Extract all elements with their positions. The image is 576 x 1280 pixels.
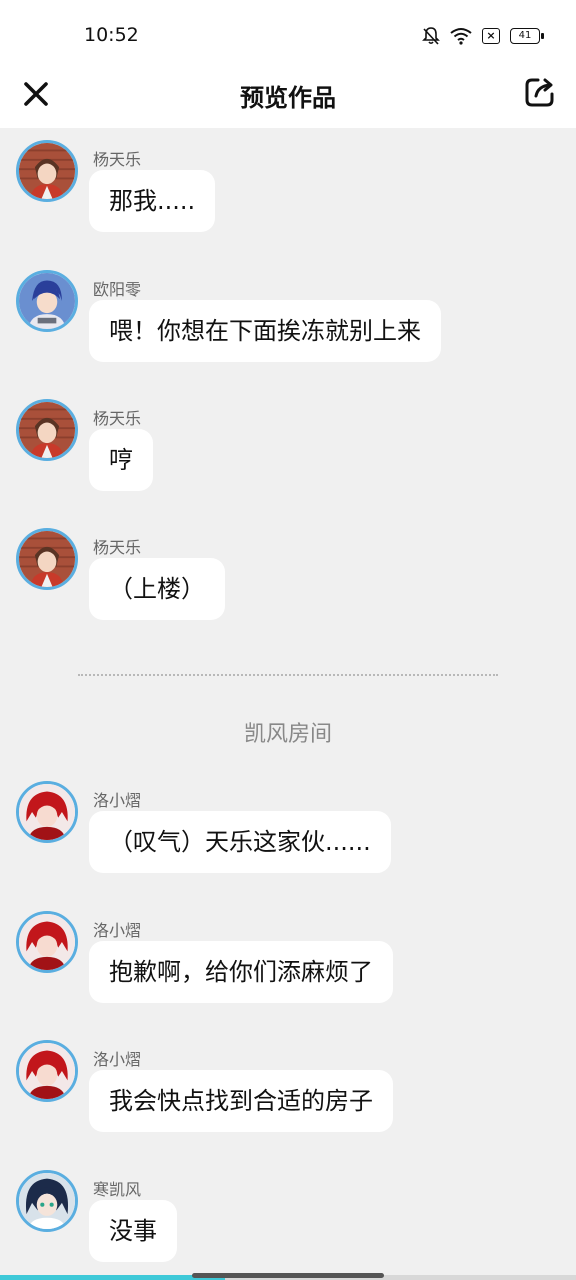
wifi-icon [450, 28, 472, 45]
chat-message: 欧阳零 喂！你想在下面挨冻就别上来 [0, 258, 576, 368]
avatar-luo-xiaoyi[interactable] [16, 911, 78, 973]
bell-off-icon [422, 27, 440, 45]
dialogue-bubble: 哼 [89, 429, 153, 491]
avatar-luo-xiaoyi[interactable] [16, 1040, 78, 1102]
top-nav: 预览作品 [0, 66, 576, 128]
chat-message: 杨天乐 （上楼） [0, 516, 576, 626]
share-icon[interactable] [522, 74, 558, 110]
scene-title: 凯风房间 [243, 722, 332, 747]
dialogue-bubble: （叹气）天乐这家伙...... [89, 811, 391, 873]
speaker-name: 洛小熠 [93, 1050, 142, 1069]
chat-message: 洛小熠 （叹气）天乐这家伙...... [0, 769, 576, 879]
sim-x-icon: × [482, 28, 500, 44]
battery-icon: 41 [510, 28, 544, 44]
dialogue-bubble: 没事 [89, 1200, 177, 1262]
avatar-yang-tianle[interactable] [16, 399, 78, 461]
avatar-ouyang-ling[interactable] [16, 270, 78, 332]
speaker-name: 杨天乐 [93, 409, 142, 428]
dialogue-bubble: 抱歉啊，给你们添麻烦了 [89, 941, 393, 1003]
dialogue-bubble: 我会快点找到合适的房子 [89, 1070, 393, 1132]
dialogue-bubble: 那我..... [89, 170, 216, 232]
avatar-han-kaifeng[interactable] [16, 1170, 78, 1232]
chat-message: 洛小熠 我会快点找到合适的房子 [0, 1028, 576, 1138]
speaker-name: 欧阳零 [93, 280, 142, 299]
speaker-name: 杨天乐 [93, 150, 142, 169]
status-bar: 10:52 × 41 [0, 0, 576, 66]
speaker-name: 洛小熠 [93, 791, 142, 810]
speaker-name: 杨天乐 [93, 538, 142, 557]
status-time: 10:52 [84, 24, 139, 46]
avatar-yang-tianle[interactable] [16, 528, 78, 590]
chat-preview[interactable]: 杨天乐 那我..... 欧阳零 喂！你想在下面挨冻就别上来 杨天乐 哼 杨天乐 … [0, 128, 576, 1280]
chat-message: 洛小熠 抱歉啊，给你们添麻烦了 [0, 899, 576, 1009]
dialogue-bubble: 喂！你想在下面挨冻就别上来 [89, 300, 441, 362]
status-icons: × 41 [422, 26, 544, 46]
home-indicator[interactable] [192, 1273, 384, 1278]
reading-progress-fill [0, 1275, 225, 1280]
speaker-name: 洛小熠 [93, 921, 142, 940]
scene-divider [78, 674, 498, 676]
dialogue-bubble: （上楼） [89, 558, 225, 620]
chat-message: 寒凯风 没事 [0, 1158, 576, 1268]
speaker-name: 寒凯风 [93, 1180, 142, 1199]
chat-message: 杨天乐 哼 [0, 387, 576, 497]
chat-message: 杨天乐 那我..... [0, 128, 576, 238]
avatar-yang-tianle[interactable] [16, 140, 78, 202]
page-title: 预览作品 [240, 84, 336, 112]
avatar-luo-xiaoyi[interactable] [16, 781, 78, 843]
